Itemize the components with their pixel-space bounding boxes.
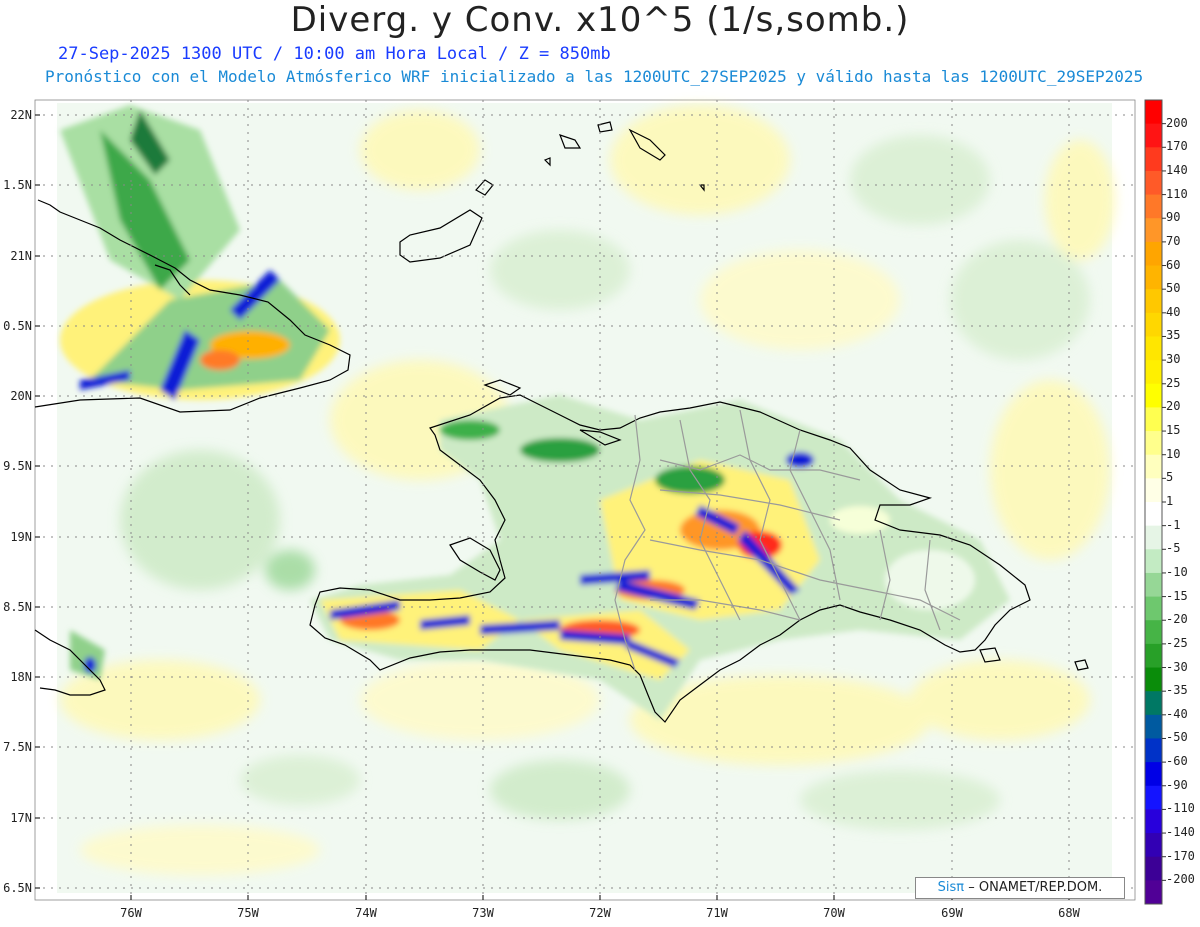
lon-label: 70W	[823, 906, 845, 920]
colorbar-swatch	[1145, 194, 1162, 219]
colorbar-label: 35	[1166, 328, 1181, 343]
colorbar-label: 30	[1166, 352, 1181, 367]
colorbar-label: 15	[1166, 423, 1181, 438]
colorbar-swatch	[1145, 336, 1162, 361]
colorbar-label: 90	[1166, 210, 1181, 225]
lat-label: 7.5N	[3, 740, 32, 754]
colorbar-label: -1	[1166, 517, 1181, 532]
colorbar-label: 70	[1166, 233, 1181, 248]
colorbar-swatch	[1145, 170, 1162, 196]
colorbar-label: 10	[1166, 446, 1181, 461]
lat-label: 9.5N	[3, 459, 32, 473]
colorbar-swatch	[1145, 833, 1162, 858]
colorbar-swatch	[1145, 549, 1162, 574]
colorbar-label: -20	[1166, 612, 1188, 627]
colorbar-swatch	[1145, 289, 1162, 314]
colorbar-swatch	[1145, 241, 1162, 267]
lat-label: 8.5N	[3, 600, 32, 614]
colorbar-swatch	[1145, 667, 1162, 692]
colorbar-swatch	[1145, 265, 1162, 290]
credit-text: – ONAMET/REP.DOM.	[968, 880, 1103, 895]
colorbar-swatch	[1145, 643, 1162, 669]
colorbar-label: -35	[1166, 683, 1188, 698]
lat-label: 20N	[10, 389, 32, 403]
lat-label: 19N	[10, 530, 32, 544]
lon-label: 69W	[941, 906, 963, 920]
lat-label: 18N	[10, 670, 32, 684]
colorbar-swatch	[1145, 383, 1162, 408]
colorbar-swatch	[1145, 100, 1162, 125]
lat-label: 0.5N	[3, 319, 32, 333]
colorbar-label: -5	[1166, 541, 1181, 556]
colorbar-label: 200	[1166, 115, 1188, 130]
colorbar-swatch	[1145, 880, 1162, 905]
wrf-field-shading	[57, 103, 1115, 893]
colorbar-swatch	[1145, 691, 1162, 716]
lat-label: 22N	[10, 108, 32, 122]
colorbar-label: 5	[1166, 470, 1174, 485]
lon-label: 76W	[120, 906, 142, 920]
colorbar-label: -15	[1166, 588, 1188, 603]
colorbar-swatch	[1145, 714, 1162, 739]
colorbar-label: -170	[1166, 848, 1195, 863]
lon-label: 74W	[355, 906, 377, 920]
colorbar-swatch	[1145, 738, 1162, 763]
colorbar-swatch	[1145, 147, 1162, 172]
lon-label: 68W	[1058, 906, 1080, 920]
colorbar	[1144, 99, 1166, 905]
colorbar-label: 40	[1166, 304, 1181, 319]
colorbar-label: 50	[1166, 281, 1181, 296]
colorbar-label: 110	[1166, 186, 1188, 201]
colorbar-swatch	[1145, 478, 1162, 503]
sispi-logo-text: Sisπ	[937, 880, 965, 895]
colorbar-swatch	[1145, 218, 1162, 243]
colorbar-label: 1	[1166, 494, 1174, 508]
colorbar-swatch	[1145, 312, 1162, 337]
colorbar-swatch	[1145, 785, 1162, 810]
colorbar-swatch	[1145, 762, 1162, 787]
colorbar-swatch	[1145, 431, 1162, 456]
colorbar-swatch	[1145, 856, 1162, 881]
lon-label: 73W	[472, 906, 494, 920]
colorbar-swatch	[1145, 620, 1162, 645]
lat-label: 1.5N	[3, 178, 32, 192]
lat-label: 21N	[10, 249, 32, 263]
colorbar-swatch	[1145, 454, 1162, 479]
divergence-map	[34, 99, 1166, 905]
lat-label: 17N	[10, 811, 32, 825]
colorbar-swatch	[1145, 407, 1162, 432]
lon-label: 75W	[237, 906, 259, 920]
colorbar-label: -200	[1166, 872, 1195, 887]
colorbar-label: 170	[1166, 139, 1188, 154]
colorbar-label: -140	[1166, 825, 1195, 840]
colorbar-label: -110	[1166, 801, 1195, 816]
colorbar-swatch	[1145, 360, 1162, 385]
lat-label: 6.5N	[3, 881, 32, 895]
colorbar-label: -50	[1166, 730, 1188, 745]
lon-label: 71W	[706, 906, 728, 920]
colorbar-label: -10	[1166, 564, 1188, 579]
colorbar-swatch	[1145, 123, 1162, 148]
lon-label: 72W	[589, 906, 611, 920]
colorbar-label: -40	[1166, 706, 1188, 721]
colorbar-swatch	[1145, 596, 1162, 621]
colorbar-label: -30	[1166, 659, 1188, 674]
colorbar-swatch	[1145, 809, 1162, 834]
colorbar-label: 25	[1166, 375, 1181, 390]
colorbar-swatch	[1145, 525, 1162, 550]
colorbar-label: -60	[1166, 754, 1188, 769]
credit-box: Sisπ – ONAMET/REP.DOM.	[915, 877, 1125, 899]
colorbar-label: 20	[1166, 399, 1181, 414]
colorbar-swatch	[1145, 502, 1162, 527]
colorbar-label: 60	[1166, 257, 1181, 272]
colorbar-swatch	[1145, 572, 1162, 598]
colorbar-label: -90	[1166, 777, 1188, 792]
colorbar-label: -25	[1166, 635, 1188, 650]
colorbar-label: 140	[1166, 162, 1188, 177]
